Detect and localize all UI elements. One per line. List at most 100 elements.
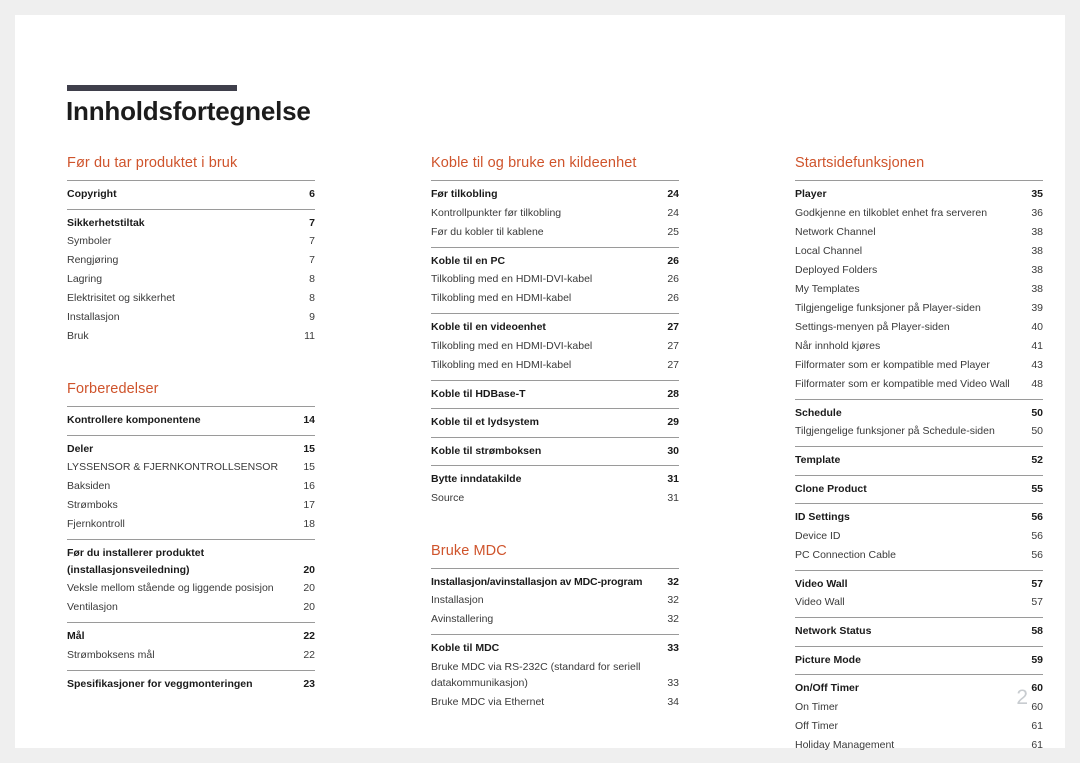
toc-entry-page-number: 20 <box>303 563 315 576</box>
toc-entry[interactable]: Når innhold kjøres 41 <box>795 337 1043 356</box>
toc-group: Player 35 Godkjenne en tilkoblet enhet fra… <box>795 180 1043 399</box>
toc-entry[interactable]: Network Channel 38 <box>795 223 1043 242</box>
toc-entry[interactable]: Off Timer 61 <box>795 717 1043 736</box>
toc-entry[interactable]: Filformater som er kompatible med Player… <box>795 356 1043 375</box>
toc-entry[interactable]: Video Wall 57 <box>795 575 1043 594</box>
toc-entry[interactable]: LYSSENSOR & FJERNKONTROLLSENSOR 15 <box>67 458 315 477</box>
toc-entry-page-number: 33 <box>667 677 679 689</box>
toc-group: Copyright 6 <box>67 180 315 209</box>
toc-entry-page-number: 56 <box>1031 529 1043 542</box>
toc-entry-page-number: 31 <box>667 491 679 504</box>
toc-entry[interactable]: Settings-menyen på Player-siden 40 <box>795 318 1043 337</box>
toc-entry[interactable]: Copyright 6 <box>67 185 315 204</box>
toc-entry-page-number: 40 <box>1031 320 1043 333</box>
toc-entry[interactable]: Koble til MDC 33 <box>431 639 679 658</box>
toc-entry-page-number: 43 <box>1031 358 1043 371</box>
document-page: Innholdsfortegnelse Før du tar produktet… <box>15 15 1065 751</box>
toc-entry[interactable]: Video Wall 57 <box>795 593 1043 612</box>
toc-entry-page-number: 7 <box>309 254 315 266</box>
toc-entry[interactable]: Koble til en videoenhet 27 <box>431 318 679 337</box>
toc-entry-label: Tilkobling med en HDMI-DVI-kabel <box>431 339 593 352</box>
toc-column-2: Koble til og bruke en kildeenhet Før tilk… <box>431 155 679 760</box>
toc-entry[interactable]: Tilkobling med en HDMI-DVI-kabel 27 <box>431 337 679 356</box>
toc-entry-label: Copyright <box>67 188 117 200</box>
toc-entry[interactable]: Installasjon 9 <box>67 308 315 327</box>
toc-entry[interactable]: Spesifikasjoner for veggmonteringen 23 <box>67 675 315 694</box>
toc-entry[interactable]: Bytte inndatakilde 31 <box>431 470 679 489</box>
toc-entry[interactable]: Avinstallering 32 <box>431 610 679 629</box>
toc-group: Før tilkobling 24 Kontrollpunkter før tilk… <box>431 180 679 247</box>
toc-entry[interactable]: Elektrisitet og sikkerhet 8 <box>67 289 315 308</box>
toc-entry[interactable]: Player 35 <box>795 185 1043 204</box>
toc-section-title: Før du tar produktet i bruk <box>67 155 238 171</box>
toc-entry-page-number: 18 <box>303 518 315 530</box>
toc-entry[interactable]: Tilkobling med en HDMI-DVI-kabel 26 <box>431 270 679 289</box>
toc-entry-label: Filformater som er kompatible med Video … <box>795 377 1010 390</box>
toc-entry[interactable]: Clone Product 55 <box>795 480 1043 499</box>
toc-section: Startsidefunksjonen Player 35 Godkjenne en … <box>795 155 1043 760</box>
toc-entry[interactable]: Før du kobler til kablene 25 <box>431 223 679 242</box>
toc-entry[interactable]: Picture Mode 59 <box>795 651 1043 670</box>
toc-entry[interactable]: ID Settings 56 <box>795 508 1043 527</box>
toc-entry-label: Local Channel <box>795 244 863 257</box>
toc-entry[interactable]: Source 31 <box>431 489 679 508</box>
toc-entry[interactable]: Kontrollpunkter før tilkobling 24 <box>431 204 679 223</box>
toc-entry[interactable]: Veksle mellom stående og liggende posisj… <box>67 579 315 598</box>
toc-entry-page-number: 60 <box>1031 700 1043 713</box>
toc-entry-page-number: 14 <box>303 414 315 426</box>
toc-entry[interactable]: Kontrollere komponentene 14 <box>67 411 315 430</box>
toc-entry[interactable]: Deployed Folders 38 <box>795 261 1043 280</box>
toc-entry-page-number: 26 <box>667 273 679 285</box>
toc-entry[interactable]: Local Channel 38 <box>795 242 1043 261</box>
toc-entry[interactable]: My Templates 38 <box>795 280 1043 299</box>
toc-entry-page-number: 27 <box>667 358 679 371</box>
toc-entry-page-number: 57 <box>1031 596 1043 608</box>
toc-entry-label: Tilgjengelige funksjoner på Schedule-sid… <box>795 425 995 437</box>
toc-entry[interactable]: Baksiden 16 <box>67 477 315 496</box>
toc-entry[interactable]: On Timer 60 <box>795 698 1043 717</box>
toc-entry[interactable]: Tilgjengelige funksjoner på Player-siden… <box>795 299 1043 318</box>
toc-entry-page-number: 58 <box>1031 625 1043 637</box>
toc-entry-page-number: 24 <box>667 188 679 200</box>
toc-entry[interactable]: Strømboksens mål 22 <box>67 646 315 665</box>
toc-entry[interactable]: Tilgjengelige funksjoner på Schedule-sid… <box>795 422 1043 441</box>
toc-entry[interactable]: Network Status 58 <box>795 622 1043 641</box>
toc-entry[interactable]: PC Connection Cable 56 <box>795 546 1043 565</box>
toc-group: Sikkerhetstiltak 7 Symboler 7 Rengjøring 7 Lag… <box>67 208 315 352</box>
toc-entry[interactable]: Lagring 8 <box>67 270 315 289</box>
toc-entry[interactable]: Template 52 <box>795 451 1043 470</box>
toc-entry[interactable]: Symboler 7 <box>67 232 315 251</box>
toc-entry[interactable]: Filformater som er kompatible med Video … <box>795 375 1043 394</box>
toc-entry[interactable]: Koble til en PC 26 <box>431 252 679 271</box>
toc-entry[interactable]: Fjernkontroll 18 <box>67 515 315 534</box>
toc-entry[interactable]: Strømboks 17 <box>67 496 315 515</box>
toc-entry[interactable]: Holiday Management 61 <box>795 736 1043 755</box>
toc-entry[interactable]: Deler 15 <box>67 440 315 459</box>
toc-entry[interactable]: Sikkerhetstiltak 7 <box>67 214 315 233</box>
toc-entry-label: Filformater som er kompatible med Player <box>795 358 990 371</box>
toc-entry[interactable]: Bruke MDC via Ethernet 34 <box>431 693 679 712</box>
toc-entry[interactable]: Før du installerer produktet (installasj… <box>67 544 315 579</box>
toc-entry[interactable]: Ventilasjon 20 <box>67 598 315 617</box>
toc-entry[interactable]: Før tilkobling 24 <box>431 185 679 204</box>
toc-entry-label: Baksiden <box>67 480 111 492</box>
toc-entry[interactable]: Schedule 50 <box>795 404 1043 423</box>
toc-entry[interactable]: Koble til strømboksen 30 <box>431 442 679 461</box>
toc-entry[interactable]: Koble til HDBase-T 28 <box>431 385 679 404</box>
toc-entry[interactable]: Bruke MDC via RS-232C (standard for seri… <box>431 658 679 694</box>
toc-entry-page-number: 27 <box>667 339 679 352</box>
toc-entry[interactable]: Koble til et lydsystem 29 <box>431 413 679 432</box>
toc-entry-label: Veksle mellom stående og liggende posisj… <box>67 582 274 594</box>
toc-entry[interactable]: Device ID 56 <box>795 527 1043 546</box>
toc-entry[interactable]: Rengjøring 7 <box>67 251 315 270</box>
toc-entry[interactable]: Installasjon 32 <box>431 591 679 610</box>
toc-entry[interactable]: On/Off Timer 60 <box>795 679 1043 698</box>
toc-entry-label: Avinstallering <box>431 613 494 625</box>
toc-entry[interactable]: Bruk 11 <box>67 327 315 346</box>
toc-entry[interactable]: Installasjon/avinstallasjon av MDC-progr… <box>431 573 679 592</box>
toc-entry[interactable]: Mål 22 <box>67 627 315 646</box>
toc-entry[interactable]: Tilkobling med en HDMI-kabel 26 <box>431 289 679 308</box>
toc-entry-label: Kontrollere komponentene <box>67 414 201 426</box>
toc-entry[interactable]: Godkjenne en tilkoblet enhet fra servere… <box>795 204 1043 223</box>
toc-entry[interactable]: Tilkobling med en HDMI-kabel 27 <box>431 356 679 375</box>
